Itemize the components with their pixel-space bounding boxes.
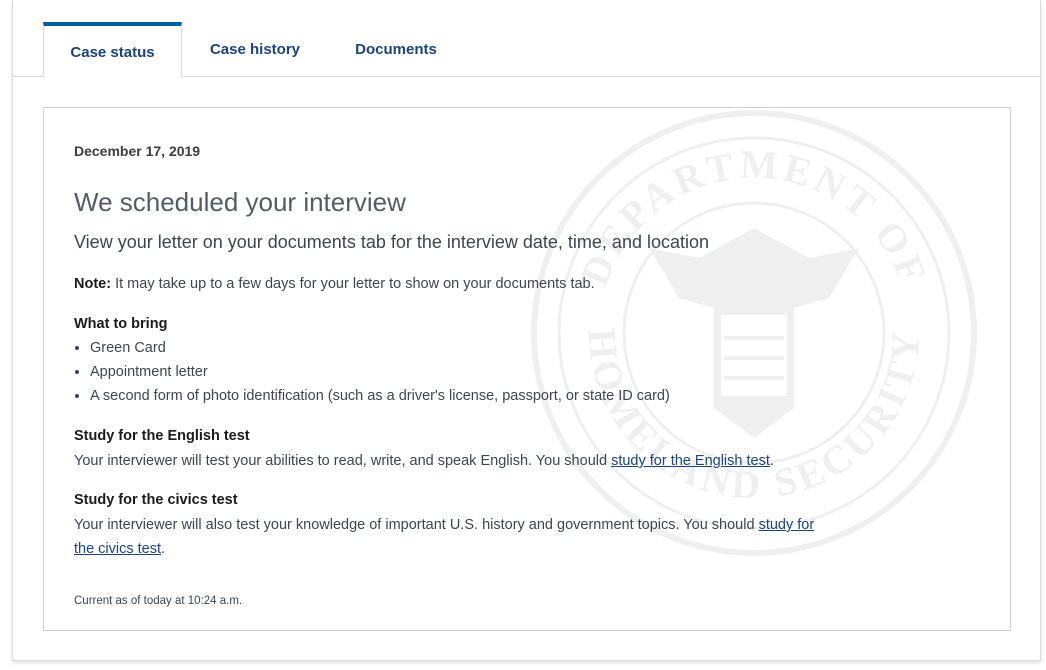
note-text: It may take up to a few days for your le… <box>111 276 595 292</box>
status-date: December 17, 2019 <box>74 143 201 159</box>
civics-test-body: Your interviewer will also test your kno… <box>74 517 759 533</box>
tab-case-history[interactable]: Case history <box>193 22 317 77</box>
current-as-of-timestamp: Current as of today at 10:24 a.m. <box>74 595 243 607</box>
tab-documents[interactable]: Documents <box>339 22 453 77</box>
tab-case-status[interactable]: Case status <box>43 22 182 78</box>
case-panel: Case status Case history Documents DEPAR… <box>12 0 1041 661</box>
svg-text:DEPARTMENT OF: DEPARTMENT OF <box>571 141 936 292</box>
list-item: Green Card <box>90 336 670 360</box>
civics-test-heading: Study for the civics test <box>74 492 238 508</box>
what-to-bring-heading: What to bring <box>74 316 168 332</box>
english-test-heading: Study for the English test <box>74 428 250 444</box>
status-subtitle: View your letter on your documents tab f… <box>74 232 710 252</box>
english-test-period: . <box>769 453 774 469</box>
case-status-card: DEPARTMENT OF HOMELAND SECURITY December… <box>43 107 1011 631</box>
list-item: Appointment letter <box>90 360 670 384</box>
civics-test-period: . <box>161 541 166 557</box>
note-label: Note: <box>74 276 112 292</box>
english-test-text: Your interviewer will test your abilitie… <box>74 449 834 473</box>
tab-bar: Case status Case history Documents <box>13 0 1040 78</box>
list-item: A second form of photo identification (s… <box>90 384 670 408</box>
status-note: Note: It may take up to a few days for y… <box>74 276 595 292</box>
english-test-body: Your interviewer will test your abilitie… <box>74 453 612 469</box>
dhs-seal-watermark-icon: DEPARTMENT OF HOMELAND SECURITY <box>531 110 977 556</box>
study-english-link[interactable]: study for the English test <box>611 453 770 469</box>
civics-test-text: Your interviewer will also test your kno… <box>74 513 834 561</box>
what-to-bring-list: Green Card Appointment letter A second f… <box>74 336 670 408</box>
status-title: We scheduled your interview <box>74 187 406 217</box>
